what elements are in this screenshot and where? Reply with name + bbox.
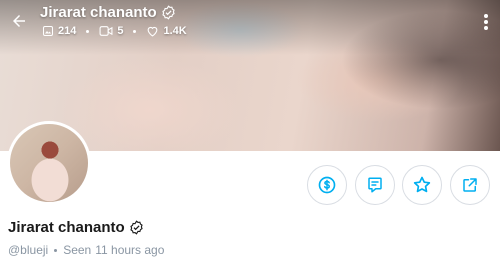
meta-separator <box>54 248 58 252</box>
image-icon <box>43 26 53 36</box>
share-button[interactable] <box>450 165 490 205</box>
message-icon <box>368 177 382 193</box>
photos-count: 214 <box>42 25 76 37</box>
header-title: Jirarat chananto <box>40 4 176 21</box>
star-icon <box>413 176 431 193</box>
favorite-button[interactable] <box>402 165 442 205</box>
stat-separator <box>86 29 90 33</box>
dollar-icon <box>318 176 336 194</box>
arrow-left-icon <box>13 15 25 27</box>
more-options-button[interactable] <box>478 10 494 34</box>
message-button[interactable] <box>355 165 395 205</box>
last-seen: Seen 11 hours ago <box>63 243 164 257</box>
profile-name: Jirarat chananto <box>8 219 144 236</box>
videos-count: 5 <box>99 25 123 37</box>
heart-icon <box>148 26 158 37</box>
share-icon <box>463 178 477 192</box>
profile-name-text: Jirarat chananto <box>8 219 125 236</box>
seen-time: 11 hours ago <box>95 243 165 257</box>
video-icon <box>99 26 113 36</box>
profile-stats: 214 5 1.4K <box>42 25 187 37</box>
avatar[interactable] <box>7 121 91 205</box>
back-button[interactable] <box>6 8 32 34</box>
verified-check-icon <box>130 220 143 235</box>
more-vertical-icon <box>484 14 488 30</box>
profile-meta: @blueji Seen 11 hours ago <box>8 243 164 257</box>
verified-check-icon <box>162 5 175 20</box>
cover-image <box>0 0 500 151</box>
tip-button[interactable] <box>307 165 347 205</box>
stat-separator <box>133 29 137 33</box>
header-name: Jirarat chananto <box>40 4 157 21</box>
username: @blueji <box>8 243 49 257</box>
likes-count: 1.4K <box>146 25 187 37</box>
seen-label: Seen <box>63 243 92 257</box>
